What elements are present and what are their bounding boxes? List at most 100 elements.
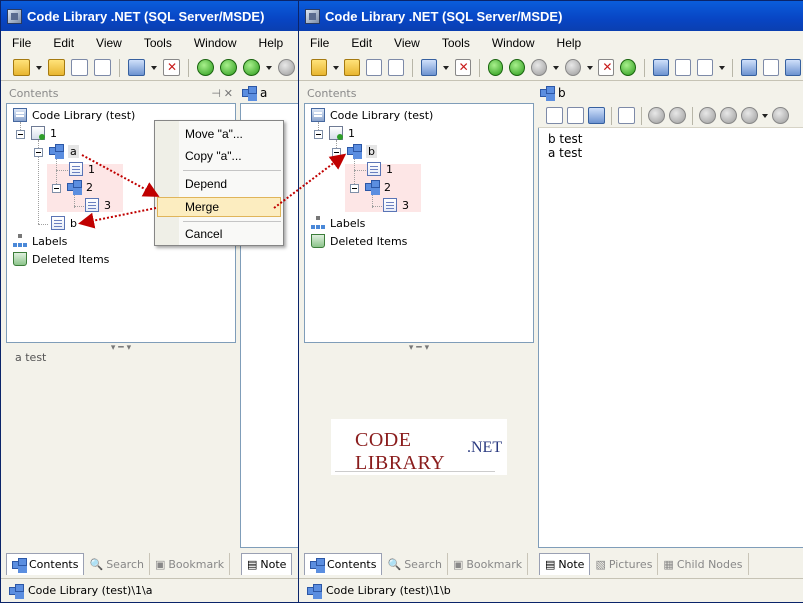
move-down-icon[interactable] [509,59,526,76]
options-icon[interactable] [785,59,802,76]
move-down-icon[interactable] [220,59,237,76]
delete-icon[interactable] [454,59,471,76]
dropdown-arrow-icon[interactable] [151,59,157,76]
hierarchy-icon[interactable] [653,59,669,76]
folder-icon[interactable] [344,59,361,76]
tab-note[interactable]: ▤ Note [539,553,591,575]
menu-tools[interactable]: Tools [439,35,473,51]
dropdown-arrow-icon[interactable] [266,59,272,76]
menu-item-merge[interactable]: Merge [185,197,219,217]
delete-icon[interactable] [163,59,180,76]
menu-item-copy[interactable]: Copy "a"... [185,146,242,166]
tree-root[interactable]: Code Library (test) [311,108,433,122]
tree-labels[interactable]: Labels [13,234,67,248]
tab-note[interactable]: ▤ Note [241,553,293,575]
paste-icon[interactable] [741,107,758,124]
dropdown-arrow-icon[interactable] [553,59,559,76]
menu-edit[interactable]: Edit [348,35,375,51]
dropdown-arrow-icon[interactable] [443,59,449,76]
undo-icon[interactable] [648,107,665,124]
find-icon[interactable] [588,107,605,124]
tree-node-b-1[interactable]: 1 [367,162,393,176]
open-folder-icon[interactable] [13,59,30,76]
new-node-icon[interactable] [128,59,145,76]
folder-icon[interactable] [48,59,65,76]
tab-child-nodes[interactable]: ▦ Child Nodes [658,553,749,575]
properties-icon[interactable] [388,59,405,76]
tree-node-b[interactable]: b [51,216,77,230]
export-icon[interactable] [675,59,691,76]
tab-contents[interactable]: Contents [304,553,383,575]
pin-icon[interactable]: ⊣ [211,87,221,100]
close-icon[interactable]: ✕ [224,87,233,100]
tree-node-b-2[interactable]: 2 [365,180,391,194]
forward-icon[interactable] [564,59,581,76]
collapse-icon[interactable] [332,148,341,157]
menu-view[interactable]: View [391,35,423,51]
forward-icon[interactable] [278,59,295,76]
cut-icon[interactable] [699,107,716,124]
splitter-handle[interactable]: ▾ ━ ▾ [6,343,236,353]
title-bar[interactable]: Code Library .NET (SQL Server/MSDE) [299,1,803,31]
copy-icon[interactable] [720,107,737,124]
menu-item-depend[interactable]: Depend [185,174,227,194]
menu-help[interactable]: Help [256,35,287,51]
tab-search[interactable]: 🔍 Search [84,553,150,575]
contents-tree[interactable]: Code Library (test) 1 b 1 2 3 Labels Del… [304,103,534,343]
move-up-icon[interactable] [197,59,214,76]
refresh-icon[interactable] [366,59,383,76]
splitter-handle[interactable]: ▾ ━ ▾ [304,343,534,353]
collapse-icon[interactable] [34,148,43,157]
dropdown-arrow-icon[interactable] [332,59,339,76]
menu-edit[interactable]: Edit [50,35,77,51]
tree-node-a-2[interactable]: 2 [67,180,93,194]
tab-bookmark[interactable]: ▣ Bookmark [150,553,231,575]
menu-window[interactable]: Window [191,35,240,51]
dropdown-arrow-icon[interactable] [586,59,593,76]
menu-window[interactable]: Window [489,35,538,51]
tree-node-b[interactable]: b [347,144,377,158]
save-icon[interactable] [546,107,563,124]
collapse-icon[interactable] [52,184,61,193]
menu-item-move[interactable]: Move "a"... [185,124,243,144]
menu-file[interactable]: File [307,35,332,51]
expand-all-icon[interactable] [620,59,637,76]
tab-pictures[interactable]: ▧ Pictures [590,553,659,575]
tree-deleted-items[interactable]: Deleted Items [311,234,407,248]
dropdown-arrow-icon[interactable] [36,59,42,76]
tree-node-a-1[interactable]: 1 [69,162,95,176]
open-folder-icon[interactable] [311,59,327,76]
back-icon[interactable] [531,59,548,76]
collapse-icon[interactable] [16,130,25,139]
tree-node-1[interactable]: 1 [329,126,355,140]
fullscreen-icon[interactable] [741,59,758,76]
dropdown-arrow-icon[interactable] [718,59,725,76]
tab-search[interactable]: 🔍 Search [382,553,448,575]
title-bar[interactable]: Code Library .NET (SQL Server/MSDE) [1,1,299,31]
edit-icon[interactable] [567,107,584,124]
menu-view[interactable]: View [93,35,125,51]
properties-icon[interactable] [94,59,111,76]
tree-node-a[interactable]: a [49,144,79,158]
menu-item-cancel[interactable]: Cancel [185,224,222,244]
dropdown-arrow-icon[interactable] [762,107,768,124]
tree-node-b-3[interactable]: 3 [383,198,409,212]
edit-note-icon[interactable] [618,107,635,124]
collapse-icon[interactable] [314,130,323,139]
redo-icon[interactable] [669,107,686,124]
print-icon[interactable] [696,59,713,76]
format-icon[interactable] [772,107,789,124]
back-icon[interactable] [243,59,260,76]
tools-icon[interactable] [763,59,780,76]
tab-contents[interactable]: Contents [6,553,85,575]
editor-pane[interactable]: b test a test [538,128,803,548]
collapse-icon[interactable] [350,184,359,193]
collapse-all-icon[interactable] [598,59,615,76]
menu-file[interactable]: File [9,35,34,51]
tab-bookmark[interactable]: ▣ Bookmark [448,553,529,575]
menu-tools[interactable]: Tools [141,35,175,51]
refresh-icon[interactable] [71,59,88,76]
tree-deleted-items[interactable]: Deleted Items [13,252,109,266]
tree-root[interactable]: Code Library (test) [13,108,135,122]
tree-node-1[interactable]: 1 [31,126,57,140]
